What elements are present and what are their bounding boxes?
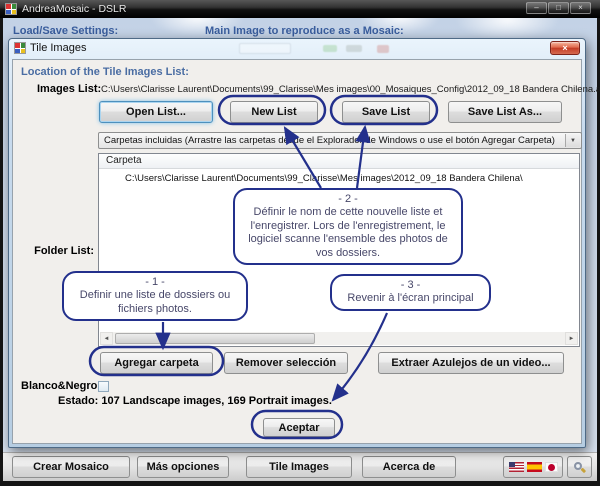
folder-list-row[interactable]: C:\Users\Clarisse Laurent\Documents\99_C… — [99, 169, 579, 184]
mas-opciones-button[interactable]: Más opciones — [137, 456, 229, 478]
main-image-label: Main Image to reproduce as a Mosaic: — [205, 25, 404, 37]
folders-dropdown-value: Carpetas incluidas (Arrastre las carpeta… — [104, 135, 555, 146]
spain-flag-icon — [527, 462, 542, 472]
callout-1-text: Definir une liste de dossiers ou fichier… — [80, 289, 230, 314]
callout-3-text: Revenir à l'écran principal — [347, 292, 473, 304]
scroll-right-icon[interactable]: ► — [565, 332, 578, 345]
search-button[interactable] — [567, 456, 592, 478]
ghost-artifact — [346, 45, 362, 52]
callout-2-text: Définir le nom de cette nouvelle liste e… — [248, 206, 448, 258]
scrollbar-thumb[interactable] — [115, 333, 315, 344]
app-mosaic-icon — [5, 3, 17, 15]
estado-value: 107 Landscape images, 169 Portrait image… — [101, 395, 332, 407]
agregar-carpeta-button[interactable]: Agregar carpeta — [100, 352, 213, 374]
close-window-icon[interactable]: × — [570, 2, 591, 14]
us-flag-icon — [509, 462, 524, 472]
callout-2: - 2 - Définir le nom de cette nouvelle l… — [233, 188, 463, 265]
aceptar-button[interactable]: Aceptar — [263, 418, 335, 437]
language-flags-button[interactable] — [503, 456, 563, 478]
window-controls: – □ × — [526, 2, 591, 14]
save-list-as-button[interactable]: Save List As... — [448, 101, 562, 123]
chevron-down-icon[interactable]: ▼ — [565, 134, 580, 147]
callout-1: - 1 - Definir une liste de dossiers ou f… — [62, 271, 248, 321]
horizontal-scrollbar[interactable]: ◄ ► — [100, 332, 578, 345]
app-title: AndreaMosaic - DSLR — [22, 3, 126, 15]
japan-flag-icon — [545, 462, 558, 472]
minimize-icon[interactable]: – — [526, 2, 547, 14]
save-list-button[interactable]: Save List — [342, 101, 430, 123]
callout-3: - 3 - Revenir à l'écran principal — [330, 274, 491, 311]
load-save-settings-label: Load/Save Settings: — [13, 25, 118, 37]
folder-list-column-header: Carpeta — [99, 154, 579, 169]
callout-3-number: - 3 - — [338, 279, 483, 292]
images-list-path: C:\Users\Clarisse Laurent\Documents\99_C… — [101, 84, 600, 95]
folders-dropdown[interactable]: Carpetas incluidas (Arrastre las carpeta… — [98, 132, 582, 149]
blanco-negro-checkbox[interactable] — [98, 381, 109, 392]
ghost-artifact — [323, 45, 337, 52]
open-list-button[interactable]: Open List... — [99, 101, 213, 123]
location-header: Location of the Tile Images List: — [21, 66, 189, 78]
tile-images-button[interactable]: Tile Images — [246, 456, 352, 478]
new-list-button[interactable]: New List — [230, 101, 318, 123]
folder-list-label: Folder List: — [9, 245, 94, 257]
remover-seleccion-button[interactable]: Remover selección — [224, 352, 348, 374]
acerca-de-button[interactable]: Acerca de — [362, 456, 456, 478]
ghost-artifact — [377, 45, 389, 53]
bottom-toolbar: Crear Mosaico Más opciones Tile Images A… — [3, 452, 597, 481]
estado-label: Estado: — [58, 395, 98, 407]
dialog-mosaic-icon — [14, 42, 26, 54]
scroll-left-icon[interactable]: ◄ — [100, 332, 113, 345]
blanco-negro-label: Blanco&Negro: — [21, 380, 101, 392]
callout-1-number: - 1 - — [70, 276, 240, 289]
app-titlebar: AndreaMosaic - DSLR – □ × — [0, 0, 600, 18]
close-dialog-icon[interactable]: × — [550, 41, 580, 55]
search-icon — [574, 462, 585, 473]
crear-mosaico-button[interactable]: Crear Mosaico — [12, 456, 130, 478]
images-list-label: Images List: — [37, 83, 101, 95]
ghost-artifact — [239, 43, 291, 54]
maximize-icon[interactable]: □ — [548, 2, 569, 14]
callout-2-number: - 2 - — [241, 193, 455, 206]
extraer-azulejos-button[interactable]: Extraer Azulejos de un video... — [378, 352, 564, 374]
estado-status: Estado: 107 Landscape images, 169 Portra… — [58, 395, 332, 407]
dialog-title: Tile Images — [30, 42, 86, 54]
